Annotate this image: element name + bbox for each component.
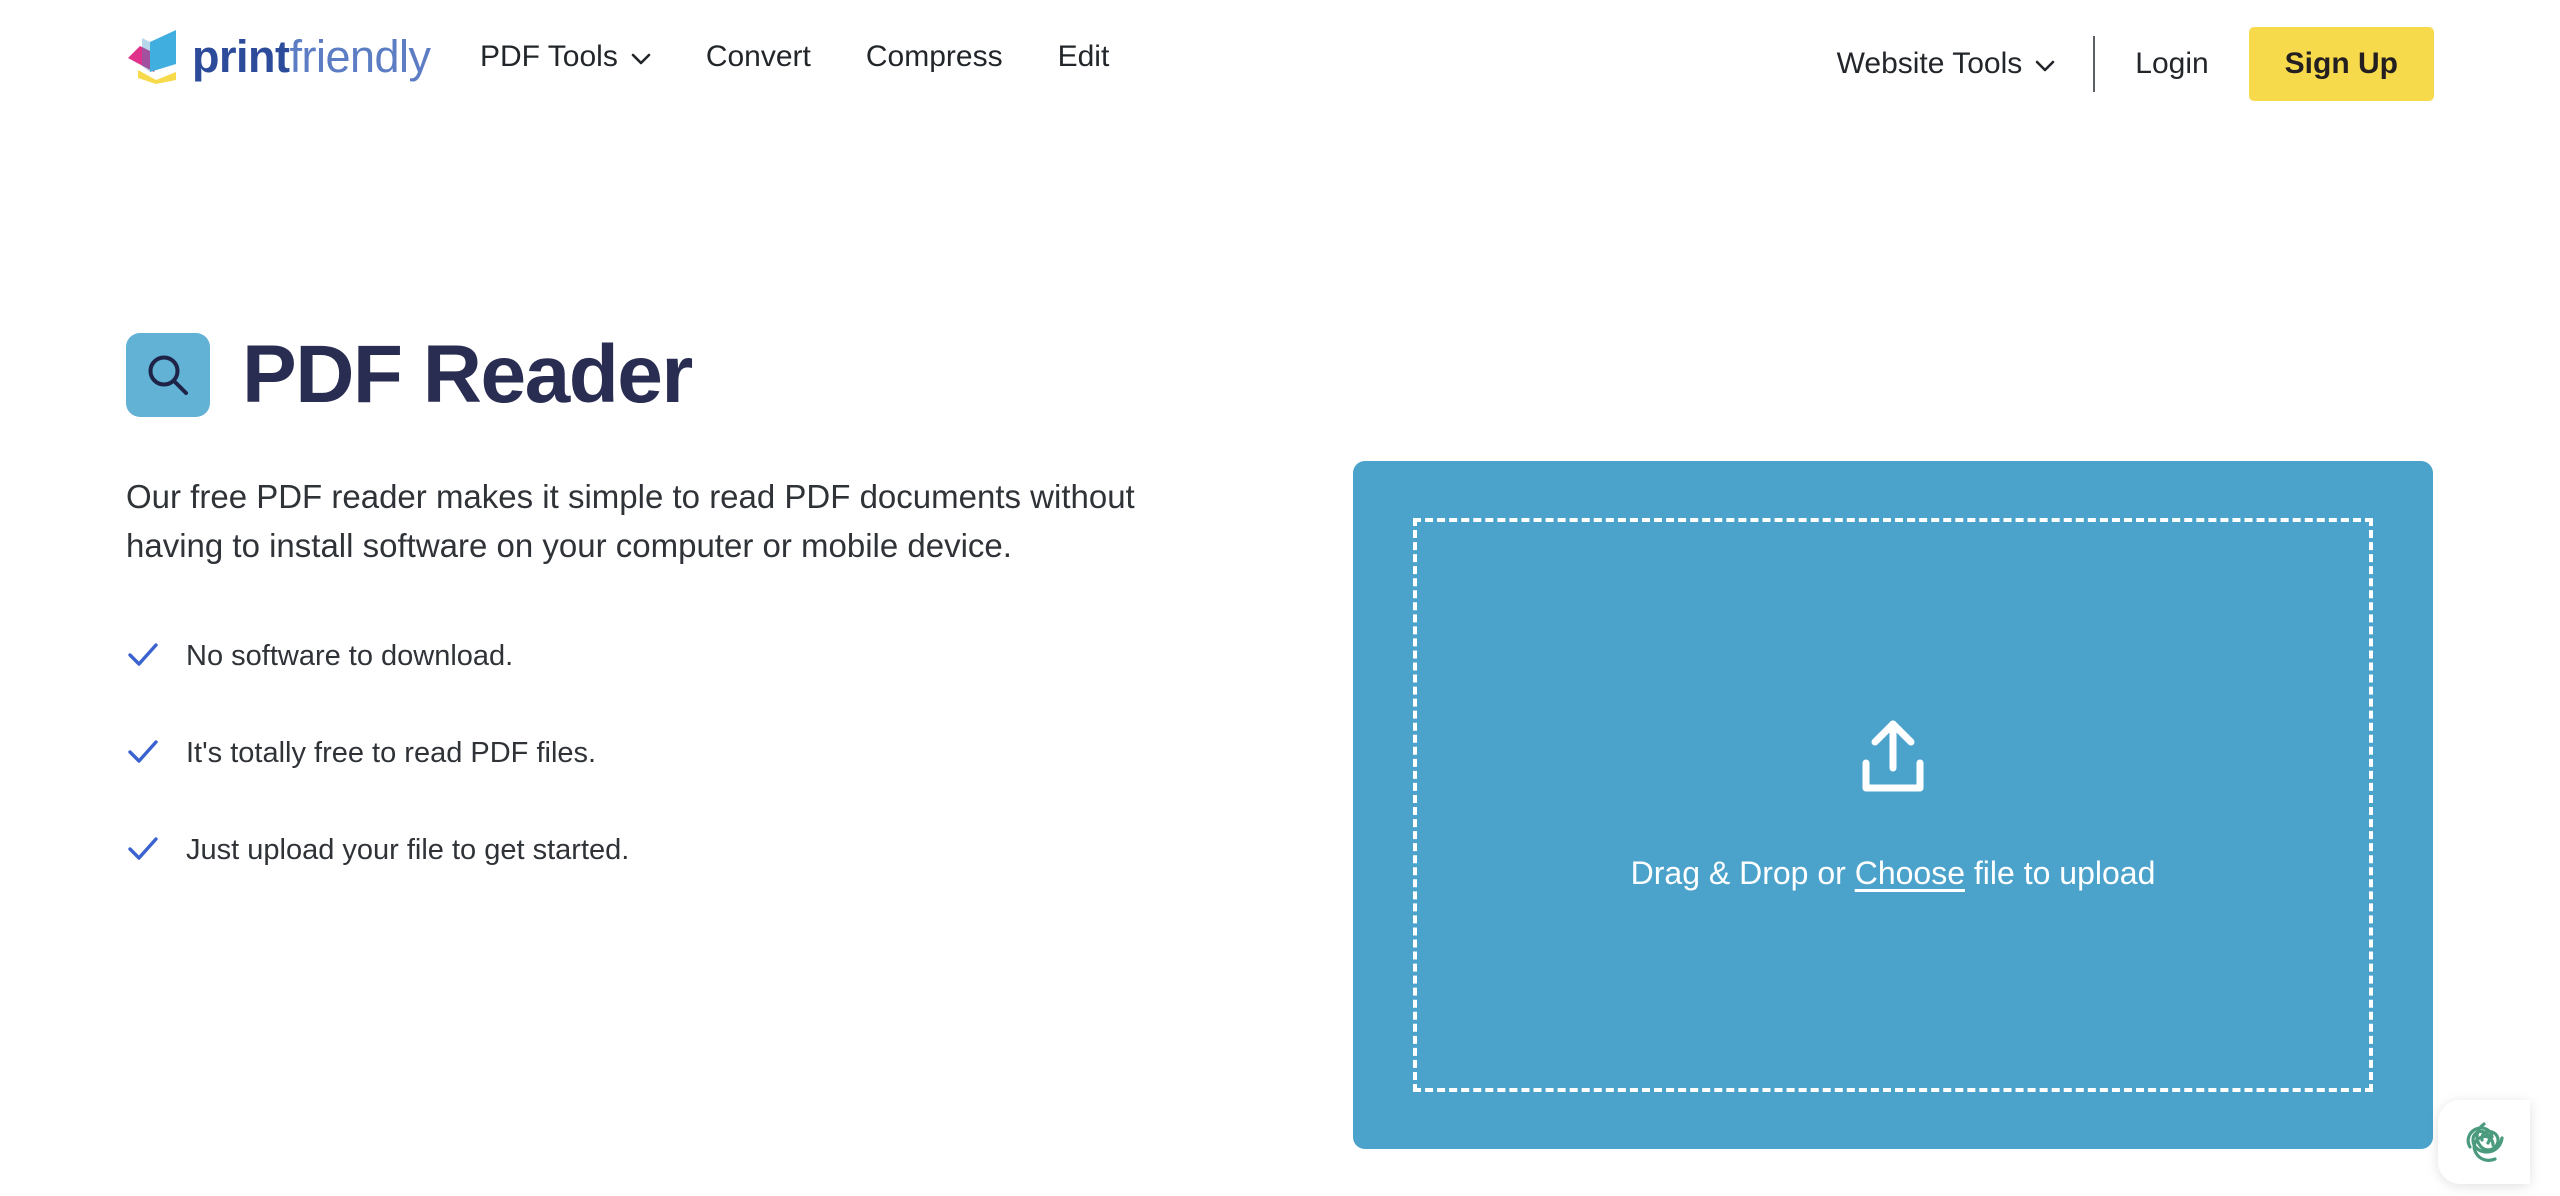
primary-nav: PDF Tools Convert Compress Edit [480, 40, 1109, 74]
secondary-nav: Website Tools Login Sign Up [1837, 26, 2434, 102]
search-icon [126, 333, 210, 417]
nav-item-website-tools-label: Website Tools [1836, 47, 2023, 80]
nav-item-pdf-tools[interactable]: PDF Tools [480, 40, 651, 74]
check-icon [126, 637, 160, 676]
choose-file-link[interactable]: Choose [1855, 855, 1965, 891]
chevron-down-icon [631, 53, 651, 65]
dropzone-text: Drag & Drop or Choose file to upload [1631, 855, 2156, 892]
site-header: printfriendly PDF Tools Convert Compress… [0, 0, 2560, 128]
nav-item-compress[interactable]: Compress [866, 40, 1003, 74]
login-link[interactable]: Login [2135, 47, 2208, 81]
chat-knot-icon [2457, 1115, 2511, 1169]
nav-item-pdf-tools-label: PDF Tools [480, 40, 618, 73]
page-title-row: PDF Reader [126, 333, 1246, 417]
brand-wordmark: printfriendly [192, 34, 431, 79]
feature-label: Just upload your file to get started. [186, 833, 630, 866]
file-upload-dropzone[interactable]: Drag & Drop or Choose file to upload [1353, 461, 2433, 1149]
hero-left-column: PDF Reader Our free PDF reader makes it … [126, 333, 1246, 870]
brand-word-light: friendly [289, 30, 431, 82]
nav-item-edit-label: Edit [1057, 40, 1110, 73]
list-item: No software to download. [126, 637, 1246, 676]
page-title: PDF Reader [242, 329, 693, 420]
sign-up-button[interactable]: Sign Up [2248, 27, 2434, 101]
hero-description: Our free PDF reader makes it simple to r… [126, 478, 1135, 564]
nav-item-convert-label: Convert [705, 40, 811, 73]
dropzone-text-before: Drag & Drop or [1630, 855, 1855, 891]
feature-label: No software to download. [186, 639, 514, 672]
brand-word-bold: print [192, 30, 290, 82]
hero-section: PDF Reader Our free PDF reader makes it … [0, 128, 2560, 1196]
feature-list: No software to download. It's totally fr… [126, 637, 1246, 870]
nav-divider [2093, 36, 2096, 92]
check-icon [126, 831, 160, 870]
dropzone-text-after: file to upload [1965, 855, 2156, 891]
nav-item-edit[interactable]: Edit [1058, 40, 1110, 74]
upload-icon [1856, 718, 1930, 803]
dropzone-inner[interactable]: Drag & Drop or Choose file to upload [1413, 518, 2373, 1092]
list-item: Just upload your file to get started. [126, 831, 1246, 870]
printfriendly-logo-icon [126, 28, 178, 84]
check-icon [126, 734, 160, 773]
chat-widget-button[interactable] [2438, 1100, 2530, 1184]
feature-label: It's totally free to read PDF files. [186, 736, 597, 769]
brand-logo[interactable]: printfriendly [126, 28, 431, 84]
nav-item-compress-label: Compress [865, 40, 1003, 73]
nav-item-convert[interactable]: Convert [706, 40, 811, 74]
list-item: It's totally free to read PDF files. [126, 734, 1246, 773]
nav-item-website-tools[interactable]: Website Tools [1837, 47, 2056, 81]
chevron-down-icon [2035, 60, 2055, 72]
